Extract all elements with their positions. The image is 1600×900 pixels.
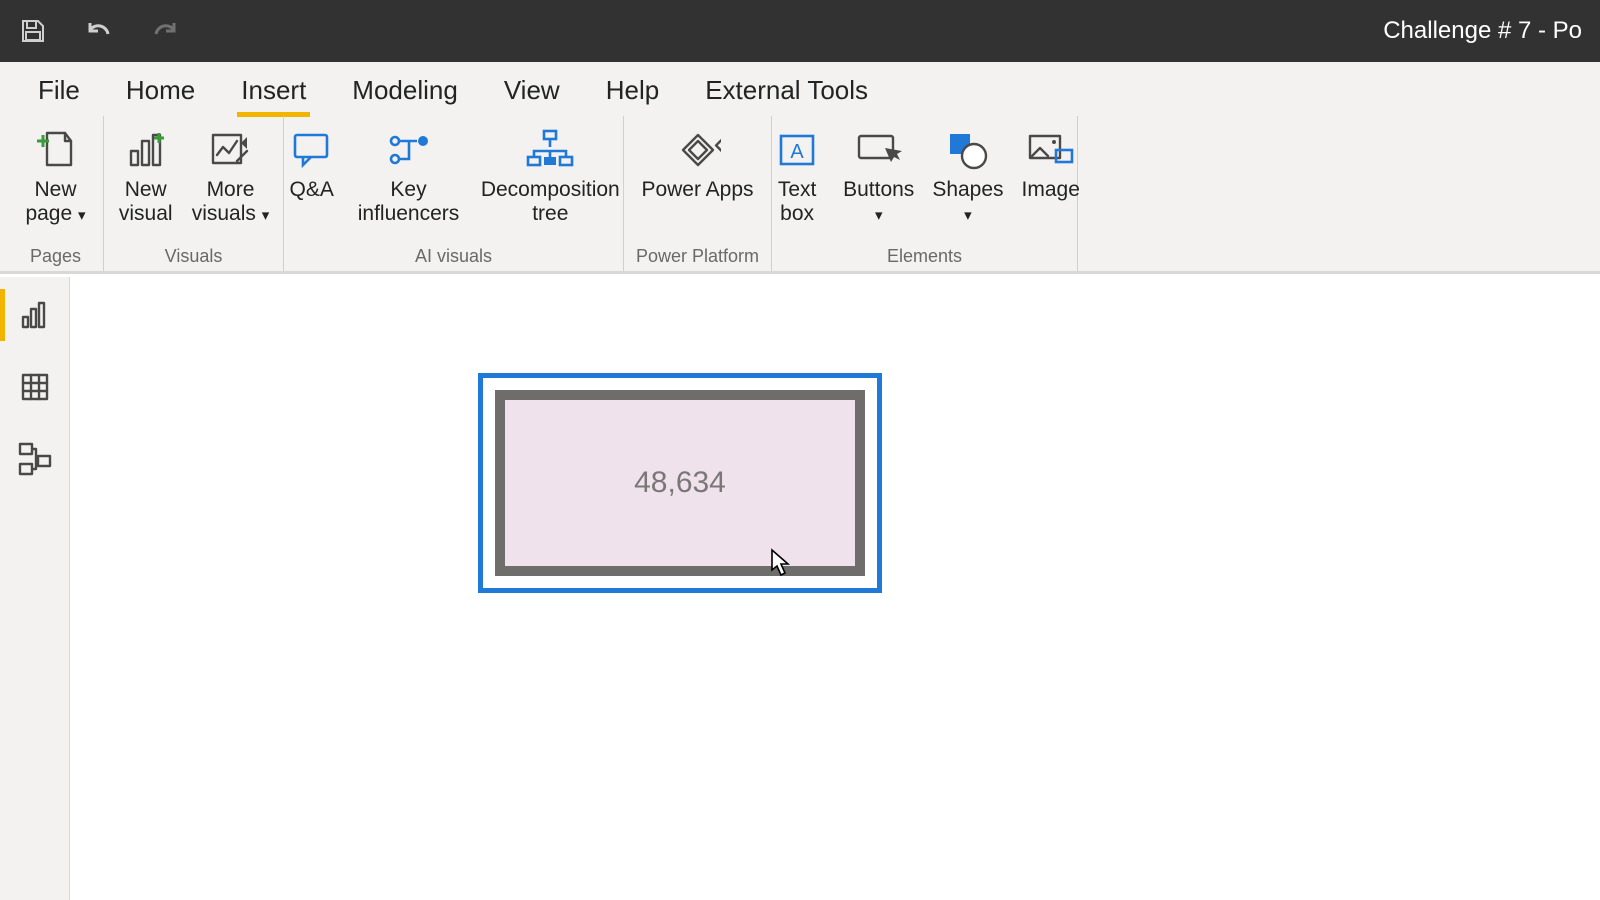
save-icon[interactable]: [18, 16, 48, 46]
tab-insert[interactable]: Insert: [239, 67, 308, 116]
model-view-icon: [18, 442, 52, 476]
data-view-icon: [19, 371, 51, 403]
qa-label: Q&A: [290, 178, 334, 202]
report-canvas[interactable]: 48,634: [70, 277, 1600, 900]
card-visual-inner: 48,634: [495, 390, 865, 576]
view-rail: [0, 277, 70, 900]
qa-button[interactable]: Q&A: [282, 120, 342, 202]
buttons-label: Buttons▾: [843, 178, 914, 226]
group-label-pages: Pages: [8, 246, 103, 267]
group-label-ai-visuals: AI visuals: [284, 246, 623, 267]
ribbon: New page ▾ Pages New visual: [0, 116, 1600, 274]
decomposition-tree-icon: [523, 124, 577, 176]
ribbon-group-power-platform: Power Apps Power Platform: [624, 116, 772, 271]
card-visual-value: 48,634: [634, 466, 726, 500]
shapes-button[interactable]: Shapes▾: [930, 120, 1005, 226]
mouse-cursor-icon: [770, 548, 792, 578]
more-visuals-button[interactable]: More visuals ▾: [190, 120, 272, 226]
tab-help[interactable]: Help: [604, 67, 661, 116]
report-view-icon: [19, 299, 51, 331]
card-visual-selected[interactable]: 48,634: [478, 373, 882, 593]
image-button[interactable]: Image: [1020, 120, 1082, 202]
model-view-button[interactable]: [15, 439, 55, 479]
ribbon-tabs: File Home Insert Modeling View Help Exte…: [0, 62, 1600, 116]
tab-view[interactable]: View: [502, 67, 562, 116]
tab-home[interactable]: Home: [124, 67, 197, 116]
text-box-button[interactable]: A Text box: [767, 120, 827, 226]
chevron-down-icon: ▾: [78, 207, 86, 224]
quick-access-toolbar: [18, 16, 180, 46]
new-visual-icon: [119, 124, 173, 176]
shapes-icon: [941, 124, 995, 176]
title-bar: Challenge # 7 - Po: [0, 0, 1600, 62]
data-view-button[interactable]: [15, 367, 55, 407]
key-influencers-icon: [382, 124, 436, 176]
power-apps-button[interactable]: Power Apps: [638, 120, 758, 202]
group-label-power-platform: Power Platform: [624, 246, 771, 267]
new-page-label: New page ▾: [25, 178, 85, 226]
image-icon: [1024, 124, 1078, 176]
group-label-visuals: Visuals: [104, 246, 283, 267]
image-label: Image: [1022, 178, 1080, 202]
tab-file[interactable]: File: [36, 67, 82, 116]
report-view-button[interactable]: [15, 295, 55, 335]
text-box-label: Text box: [778, 178, 817, 226]
redo-icon[interactable]: [150, 16, 180, 46]
power-apps-icon: [671, 124, 725, 176]
buttons-button[interactable]: Buttons▾: [841, 120, 916, 226]
chevron-down-icon: ▾: [875, 207, 883, 224]
new-page-button[interactable]: New page ▾: [23, 120, 87, 226]
key-influencers-button[interactable]: Key influencers: [356, 120, 462, 226]
chevron-down-icon: ▾: [262, 207, 270, 224]
ribbon-group-visuals: New visual More visuals ▾ Visuals: [104, 116, 284, 271]
power-apps-label: Power Apps: [641, 178, 753, 202]
new-visual-button[interactable]: New visual: [116, 120, 176, 226]
chevron-down-icon: ▾: [964, 207, 972, 224]
qa-icon: [285, 124, 339, 176]
shapes-label: Shapes▾: [932, 178, 1003, 226]
more-visuals-label: More visuals ▾: [192, 178, 270, 226]
buttons-icon: [852, 124, 906, 176]
key-influencers-label: Key influencers: [358, 178, 460, 226]
ribbon-group-pages: New page ▾ Pages: [8, 116, 104, 271]
ribbon-group-elements: A Text box Buttons▾: [772, 116, 1078, 271]
ribbon-group-ai-visuals: Q&A Key influencers: [284, 116, 624, 271]
window-title: Challenge # 7 - Po: [1383, 17, 1582, 45]
more-visuals-icon: [203, 124, 257, 176]
undo-icon[interactable]: [84, 16, 114, 46]
text-box-icon: A: [770, 124, 824, 176]
tab-modeling[interactable]: Modeling: [350, 67, 460, 116]
svg-text:A: A: [790, 141, 804, 163]
new-page-icon: [29, 124, 83, 176]
decomposition-tree-button[interactable]: Decomposition tree: [475, 120, 625, 226]
group-label-elements: Elements: [772, 246, 1077, 267]
decomposition-tree-label: Decomposition tree: [481, 178, 620, 226]
tab-external-tools[interactable]: External Tools: [703, 67, 870, 116]
new-visual-label: New visual: [119, 178, 173, 226]
